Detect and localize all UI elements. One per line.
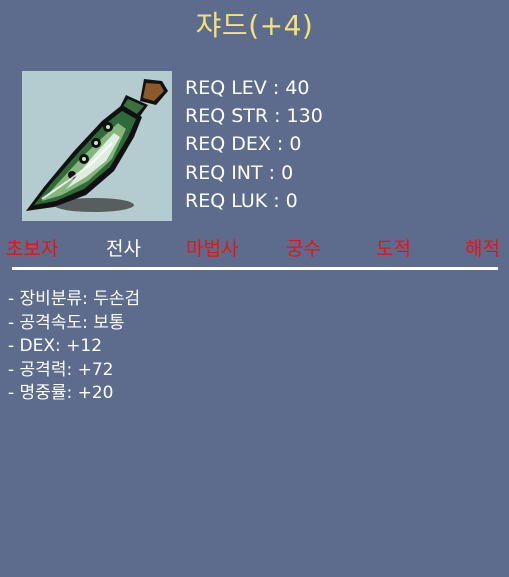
stat-dex: - DEX: +12 [8,336,103,356]
job-pirate: 해적 [465,238,500,260]
job-beginner: 초보자 [6,238,59,260]
req-luk: REQ LUK : 0 [185,189,298,212]
stat-attack-speed: - 공격속도: 보통 [8,312,125,333]
item-title: 쟈드(+4) [195,9,314,42]
item-stats-list: - 장비분류: 두손검 - 공격속도: 보통 - DEX: +12 - 공격력:… [8,288,140,406]
stat-equip-category: - 장비분류: 두손검 [8,289,141,309]
divider [12,267,498,270]
stat-accuracy: - 명중률: +20 [8,383,114,403]
job-warrior: 전사 [106,238,141,260]
job-restrictions-row: 초보자 전사 마법사 궁수 도적 해적 [0,234,509,264]
req-str: REQ STR : 130 [185,105,323,128]
item-icon-frame [22,71,172,221]
job-thief: 도적 [376,238,411,260]
job-archer: 궁수 [286,238,321,260]
req-dex: REQ DEX : 0 [185,133,302,156]
req-int: REQ INT : 0 [185,161,294,184]
stat-attack: - 공격력: +72 [8,359,114,380]
job-magician: 마법사 [186,238,239,260]
requirements-list: REQ LEV : 40 REQ STR : 130 REQ DEX : 0 R… [185,74,323,215]
req-level: REQ LEV : 40 [185,77,310,99]
green-two-handed-sword-icon [26,79,168,212]
